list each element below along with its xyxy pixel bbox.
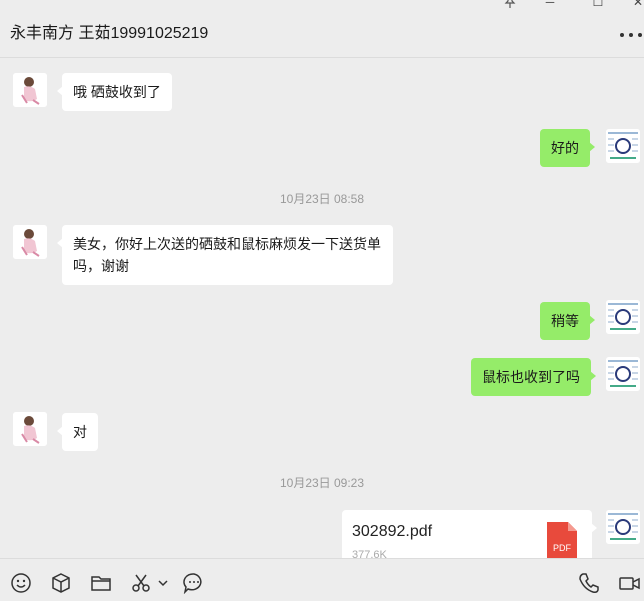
- my-avatar[interactable]: [606, 510, 640, 544]
- scissors-icon[interactable]: [130, 572, 152, 594]
- close-button[interactable]: ✕: [628, 0, 644, 10]
- phone-icon[interactable]: [578, 572, 600, 594]
- message-bubble[interactable]: 好的: [540, 129, 595, 167]
- chat-title: 永丰南方 王茹19991025219: [10, 25, 209, 42]
- video-icon[interactable]: [618, 572, 640, 594]
- my-avatar[interactable]: [606, 357, 640, 391]
- pdf-file-icon: PDF: [547, 522, 577, 558]
- chat-header: 永丰南方 王茹19991025219 ─ ☐ ✕: [0, 0, 644, 58]
- message-list[interactable]: 哦 硒鼓收到了 好的 10月23日 08:58 美女，你好上次送的硒鼓和鼠标麻烦…: [0, 58, 644, 558]
- file-size: 377.6K: [352, 549, 387, 558]
- contact-avatar[interactable]: [13, 225, 47, 259]
- dot-icon: [629, 33, 633, 37]
- message-bubble[interactable]: 对: [57, 413, 98, 451]
- message-text-line: 美女，你好上次送的硒鼓和鼠标麻烦发一下送货单: [73, 236, 381, 252]
- contact-avatar[interactable]: [13, 412, 47, 446]
- my-avatar[interactable]: [606, 300, 640, 334]
- folder-icon[interactable]: [90, 572, 112, 594]
- box-icon[interactable]: [50, 572, 72, 594]
- my-avatar[interactable]: [606, 129, 640, 163]
- dot-icon: [638, 33, 642, 37]
- chat-history-icon[interactable]: [183, 572, 205, 594]
- dot-icon: [620, 33, 624, 37]
- timestamp: 10月23日 08:58: [279, 192, 365, 206]
- message-bubble[interactable]: 鼠标也收到了吗: [471, 358, 596, 396]
- more-options-button[interactable]: [620, 28, 642, 42]
- message-bubble[interactable]: 稍等: [540, 302, 595, 340]
- file-message-card[interactable]: 302892.pdf 377.6K PDF: [342, 510, 597, 558]
- pin-icon[interactable]: [500, 0, 520, 10]
- message-bubble[interactable]: 哦 硒鼓收到了: [57, 73, 172, 111]
- maximize-button[interactable]: ☐: [588, 0, 608, 10]
- message-text-line: 吗，谢谢: [73, 258, 129, 274]
- input-toolbar: [0, 558, 644, 601]
- timestamp: 10月23日 09:23: [279, 476, 365, 490]
- chevron-down-icon[interactable]: [157, 572, 169, 594]
- emoji-icon[interactable]: [10, 572, 32, 594]
- minimize-button[interactable]: ─: [540, 0, 560, 10]
- contact-avatar[interactable]: [13, 73, 47, 107]
- file-name: 302892.pdf: [352, 523, 433, 540]
- pdf-badge-text: PDF: [553, 543, 572, 553]
- message-bubble[interactable]: 美女，你好上次送的硒鼓和鼠标麻烦发一下送货单 吗，谢谢: [57, 225, 393, 285]
